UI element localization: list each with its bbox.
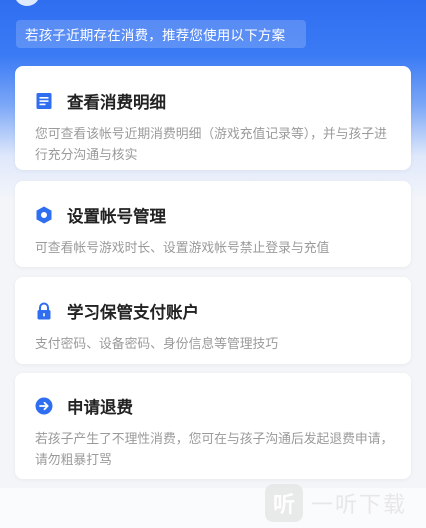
hexagon-shield-icon [35, 206, 53, 224]
card-description: 支付密码、设备密码、身份信息等管理技巧 [35, 337, 279, 352]
card-title-row: 学习保管支付账户 [35, 298, 395, 324]
watermark-logo: 听 [265, 484, 303, 522]
card-title: 查看消费明细 [67, 93, 166, 112]
notice-banner-text: 若孩子近期存在消费，推荐您使用以下方案 [25, 28, 286, 44]
watermark-text: 一听下载 [311, 493, 408, 518]
lock-icon [35, 302, 53, 320]
card-apply-refund[interactable]: 申请退费 若孩子产生了不理性消费，您可在与孩子沟通后发起退费申请，请勿粗暴打骂 [15, 373, 411, 479]
card-title: 申请退费 [67, 398, 133, 417]
card-description: 您可查看该帐号近期消费明细（游戏充值记录等），并与孩子进行充分沟通与核实 [35, 127, 387, 163]
notice-banner: 若孩子近期存在消费，推荐您使用以下方案 [16, 20, 306, 48]
card-title-row: 查看消费明细 [35, 88, 395, 114]
card-description: 若孩子产生了不理性消费，您可在与孩子沟通后发起退费申请，请勿粗暴打骂 [35, 432, 394, 468]
card-title-row: 设置帐号管理 [35, 202, 395, 228]
card-account-management[interactable]: 设置帐号管理 可查看帐号游戏时长、设置游戏帐号禁止登录与充值 [15, 181, 411, 267]
card-title-row: 申请退费 [35, 393, 395, 419]
document-icon [35, 92, 53, 110]
watermark-glyph: 听 [272, 493, 295, 518]
card-description: 可查看帐号游戏时长、设置游戏帐号禁止登录与充值 [35, 241, 330, 256]
arrow-right-circle-icon [35, 397, 53, 415]
card-payment-account-security[interactable]: 学习保管支付账户 支付密码、设备密码、身份信息等管理技巧 [15, 277, 411, 364]
card-view-spending-details[interactable]: 查看消费明细 您可查看该帐号近期消费明细（游戏充值记录等），并与孩子进行充分沟通… [15, 66, 411, 170]
watermark: 听 一听下载 [265, 484, 407, 522]
card-title: 学习保管支付账户 [67, 303, 199, 322]
card-title: 设置帐号管理 [67, 207, 166, 226]
